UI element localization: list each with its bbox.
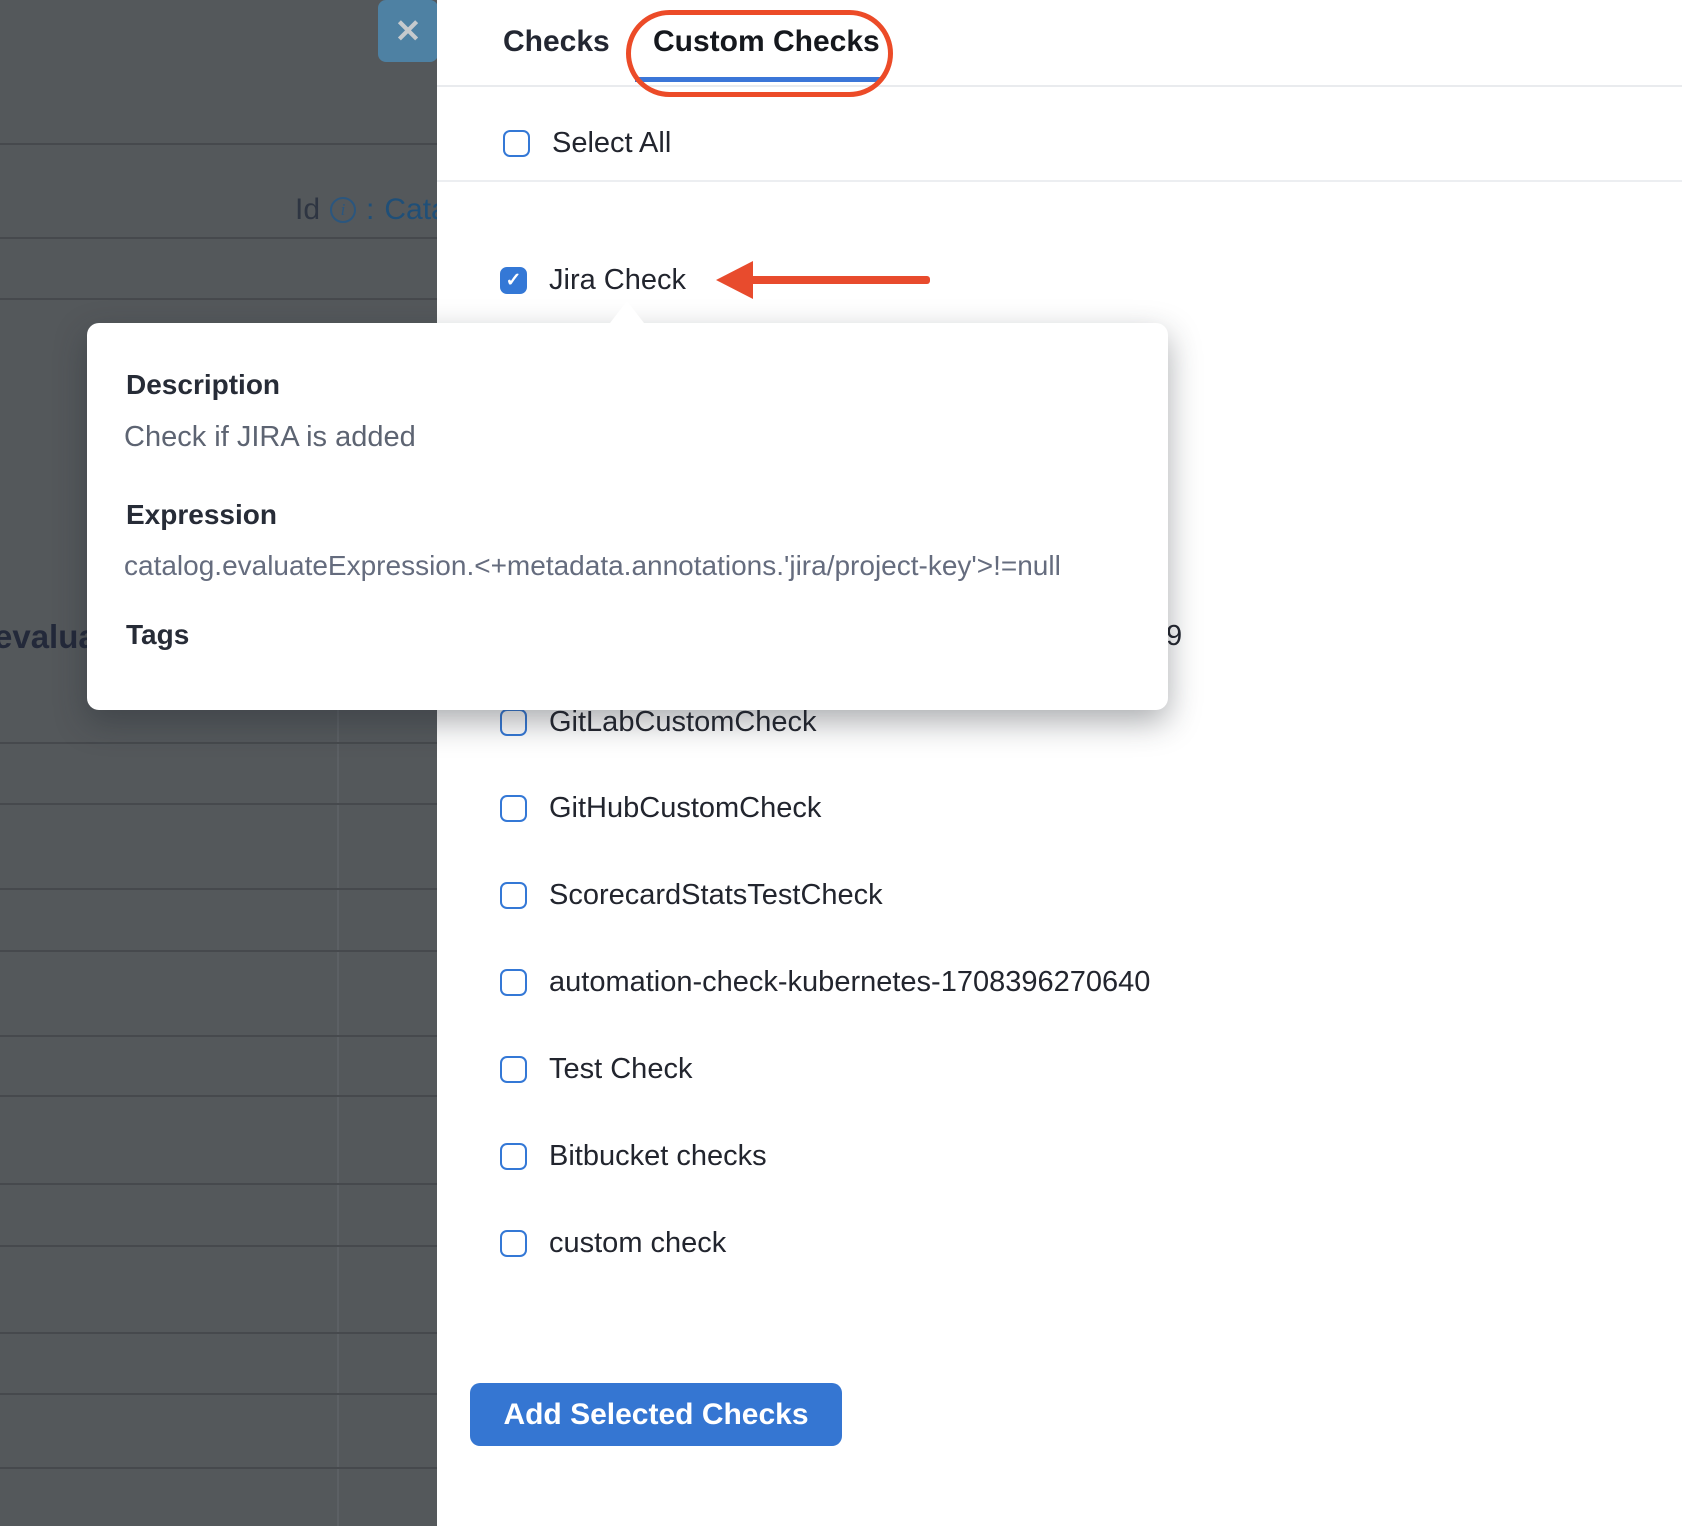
table-row-divider — [0, 237, 437, 239]
tabs-divider — [437, 85, 1682, 87]
table-row-divider — [0, 742, 437, 744]
table-header-id: Id i : Cata — [295, 193, 437, 227]
tooltip-expression-code: catalog.evaluateExpression.<+metadata.an… — [124, 550, 1061, 582]
tooltip-expression-heading: Expression — [126, 499, 277, 531]
select-all-checkbox[interactable] — [503, 130, 530, 157]
check-list-item: ✓ Jira Check — [500, 253, 686, 307]
check-list-item: Bitbucket checks — [500, 1129, 767, 1183]
tooltip-caret — [610, 301, 644, 323]
checkbox-unchecked[interactable] — [500, 1230, 527, 1257]
check-item-label: Bitbucket checks — [549, 1140, 767, 1173]
checkbox-unchecked[interactable] — [500, 969, 527, 996]
tooltip-description-body: Check if JIRA is added — [124, 421, 416, 454]
annotation-oval — [626, 10, 893, 97]
table-row-divider — [0, 1467, 437, 1469]
checkbox-checked[interactable]: ✓ — [500, 267, 527, 294]
select-all-divider — [437, 180, 1682, 182]
check-item-label: automation-check-kubernetes-170839627064… — [549, 966, 1150, 999]
tooltip-tags-heading: Tags — [126, 619, 189, 651]
checkbox-unchecked[interactable] — [500, 1056, 527, 1083]
table-row-divider — [0, 1035, 437, 1037]
check-item-label: Jira Check — [549, 264, 686, 297]
check-list-item: Test Check — [500, 1042, 692, 1096]
checkbox-unchecked[interactable] — [500, 795, 527, 822]
table-row-divider — [0, 298, 437, 300]
jira-check-tooltip: Description Check if JIRA is added Expre… — [87, 323, 1168, 710]
check-item-label: ScorecardStatsTestCheck — [549, 879, 883, 912]
table-row-divider — [0, 888, 437, 890]
table-row-divider — [0, 1183, 437, 1185]
tab-checks[interactable]: Checks — [503, 25, 610, 59]
dimmed-backdrop: Id i : Cata evaluat — [0, 0, 437, 1526]
info-icon: i — [330, 197, 356, 223]
select-all-row: Select All — [503, 127, 671, 160]
tooltip-description-heading: Description — [126, 369, 280, 401]
hidden-item-fragment: 9 — [1166, 620, 1182, 653]
close-button[interactable]: ✕ — [378, 0, 438, 62]
add-selected-checks-button[interactable]: Add Selected Checks — [470, 1383, 842, 1446]
table-row-divider — [0, 1332, 437, 1334]
check-list-item: ScorecardStatsTestCheck — [500, 868, 883, 922]
annotation-arrow-head — [716, 261, 753, 299]
check-item-label: GitHubCustomCheck — [549, 792, 821, 825]
table-row-divider — [0, 803, 437, 805]
header-separator: : — [366, 193, 374, 227]
checkbox-unchecked[interactable] — [500, 709, 527, 736]
table-row-divider — [0, 950, 437, 952]
check-item-label: GitLabCustomCheck — [549, 706, 817, 739]
header-value: Cata — [384, 193, 437, 227]
custom-checks-panel — [437, 0, 1682, 1526]
table-row-divider — [0, 1245, 437, 1247]
table-row-divider — [0, 143, 437, 145]
id-column-label: Id — [295, 193, 320, 227]
checkbox-unchecked[interactable] — [500, 882, 527, 909]
check-list-item: GitHubCustomCheck — [500, 781, 821, 835]
table-row-divider — [0, 1393, 437, 1395]
checkbox-unchecked[interactable] — [500, 1143, 527, 1170]
check-list-item: custom check — [500, 1216, 726, 1270]
check-item-label: custom check — [549, 1227, 726, 1260]
check-item-label: Test Check — [549, 1053, 692, 1086]
select-all-label: Select All — [552, 127, 671, 160]
close-icon: ✕ — [395, 12, 422, 50]
annotation-arrow — [750, 276, 930, 284]
check-list-item: automation-check-kubernetes-170839627064… — [500, 955, 1150, 1009]
table-row-divider — [0, 1095, 437, 1097]
